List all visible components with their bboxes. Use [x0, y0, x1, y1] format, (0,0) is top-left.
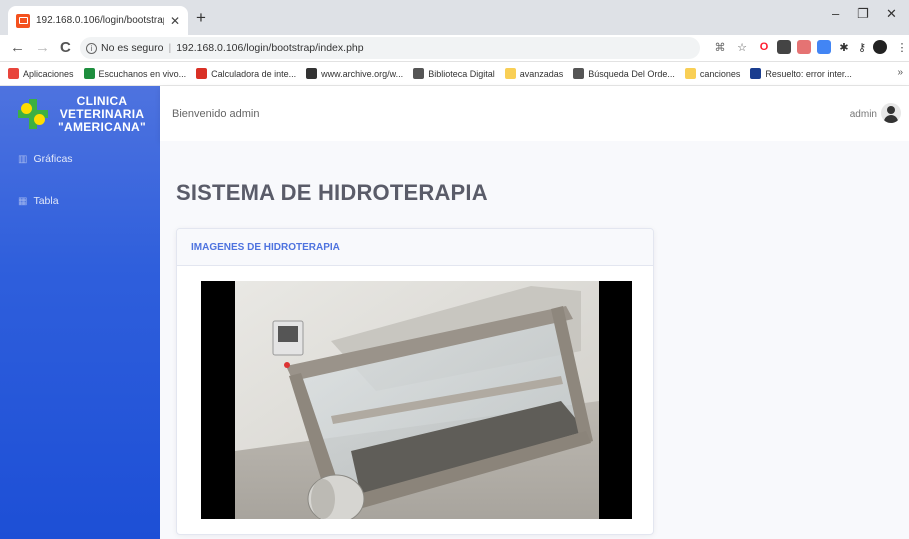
bookmark-label: canciones — [699, 68, 741, 79]
address-bar[interactable]: i No es seguro | 192.168.0.106/login/boo… — [80, 37, 700, 59]
key-icon[interactable]: ⚷ — [855, 40, 869, 54]
card-header: IMAGENES DE HIDROTERAPIA — [177, 229, 653, 266]
bookmark-favicon-icon — [83, 68, 95, 79]
page-title: SISTEMA DE HIDROTERAPIA — [176, 180, 488, 205]
sidebar: CLINICA VETERINARIA "AMERICANA" ▥ Gráfic… — [0, 86, 160, 539]
bookmark-favicon-icon — [750, 68, 762, 79]
bookmark-item[interactable]: Escuchanos en vivo... — [83, 68, 187, 79]
restore-button[interactable]: ❐ — [857, 6, 869, 22]
sidebar-item-label: Gráficas — [33, 153, 73, 165]
bookmark-favicon-icon — [684, 68, 696, 79]
bookmark-label: avanzadas — [519, 68, 564, 79]
tab-title: 192.168.0.106/login/bootstrap/in — [36, 15, 164, 26]
translate-icon[interactable]: ⌘ — [713, 40, 727, 54]
bookmark-label: Búsqueda Del Orde... — [588, 68, 675, 79]
browser-toolbar: ← → C i No es seguro | 192.168.0.106/log… — [0, 35, 909, 62]
bookmark-label: www.archive.org/w... — [321, 68, 404, 79]
bookmark-favicon-icon — [8, 68, 19, 79]
puzzle-icon[interactable]: ✱ — [837, 40, 851, 54]
brand-line-1: CLINICA — [76, 93, 128, 108]
bookmark-item[interactable]: Búsqueda Del Orde... — [573, 68, 675, 79]
bookmark-favicon-icon — [196, 68, 208, 79]
bookmark-label: Calculadora de inte... — [211, 68, 297, 79]
opera-icon[interactable]: O — [757, 40, 771, 54]
user-name[interactable]: admin — [850, 109, 877, 120]
new-tab-button[interactable]: + — [196, 8, 206, 28]
sidebar-item-graficas[interactable]: ▥ Gráficas — [18, 153, 73, 165]
docs-icon[interactable] — [817, 40, 831, 54]
welcome-text: Bienvenido admin — [172, 108, 260, 120]
bookmark-label: Aplicaciones — [23, 68, 74, 79]
brand-line-2: VETERINARIA — [59, 106, 145, 121]
bookmark-item[interactable]: www.archive.org/w... — [306, 68, 403, 79]
profile-avatar-icon[interactable] — [873, 40, 887, 54]
bookmark-item[interactable]: Resuelto: error inter... — [750, 68, 852, 79]
brand-line-3: "AMERICANA" — [58, 119, 147, 134]
bookmark-item[interactable]: canciones — [684, 68, 741, 79]
bookmark-item[interactable]: Biblioteca Digital — [413, 68, 495, 79]
bookmark-star-icon[interactable]: ☆ — [735, 40, 749, 54]
sidebar-item-label: Tabla — [33, 195, 59, 207]
topbar: Bienvenido admin admin — [160, 86, 909, 141]
brand-name: CLINICA VETERINARIA "AMERICANA" — [58, 93, 147, 134]
bookmark-favicon-icon — [573, 68, 585, 79]
extension-dark-icon[interactable] — [777, 40, 791, 54]
hydrotherapy-tank-photo — [201, 281, 632, 519]
browser-tab-strip: 192.168.0.106/login/bootstrap/in ✕ + – ❐… — [0, 0, 909, 35]
site-favicon-icon — [16, 13, 30, 28]
bookmark-label: Biblioteca Digital — [428, 68, 495, 79]
info-icon[interactable]: i — [86, 42, 97, 54]
reload-button[interactable]: C — [60, 39, 71, 56]
tab-close-icon[interactable]: ✕ — [170, 14, 180, 28]
pdf-icon[interactable] — [797, 40, 811, 54]
close-window-button[interactable]: ✕ — [886, 6, 897, 22]
bookmark-favicon-icon — [306, 68, 318, 79]
browser-tab[interactable]: 192.168.0.106/login/bootstrap/in ✕ — [8, 6, 188, 35]
menu-icon[interactable]: ⋮ — [895, 40, 909, 54]
bookmark-item[interactable]: avanzadas — [504, 68, 564, 79]
sidebar-item-tabla[interactable]: ▦ Tabla — [18, 195, 59, 207]
bookmark-favicon-icon — [504, 68, 516, 79]
minimize-button[interactable]: – — [832, 6, 839, 21]
user-avatar-icon[interactable] — [881, 103, 901, 123]
bar-chart-icon: ▥ — [18, 153, 28, 165]
clinic-logo-icon — [18, 99, 48, 129]
url-text: 192.168.0.106/login/bootstrap/index.php — [176, 42, 364, 54]
bookmarks-bar: Aplicaciones Escuchanos en vivo... Calcula… — [0, 62, 909, 86]
brand[interactable]: CLINICA VETERINARIA "AMERICANA" — [0, 86, 160, 142]
table-icon: ▦ — [18, 195, 28, 207]
bookmark-favicon-icon — [413, 68, 425, 79]
bookmark-label: Resuelto: error inter... — [765, 68, 852, 79]
back-button[interactable]: ← — [10, 39, 25, 56]
security-label: No es seguro — [101, 42, 164, 54]
bookmarks-more-icon[interactable]: » — [897, 67, 903, 78]
bookmark-label: Escuchanos en vivo... — [98, 68, 187, 79]
bookmark-item[interactable]: Aplicaciones — [8, 68, 74, 79]
main-content: SISTEMA DE HIDROTERAPIA IMAGENES DE HIDR… — [160, 141, 909, 539]
omnibox-separator: | — [168, 42, 172, 54]
tank-illustration — [235, 281, 599, 519]
image-card: IMAGENES DE HIDROTERAPIA — [176, 228, 654, 535]
bookmark-item[interactable]: Calculadora de inte... — [196, 68, 296, 79]
forward-button[interactable]: → — [35, 39, 50, 56]
